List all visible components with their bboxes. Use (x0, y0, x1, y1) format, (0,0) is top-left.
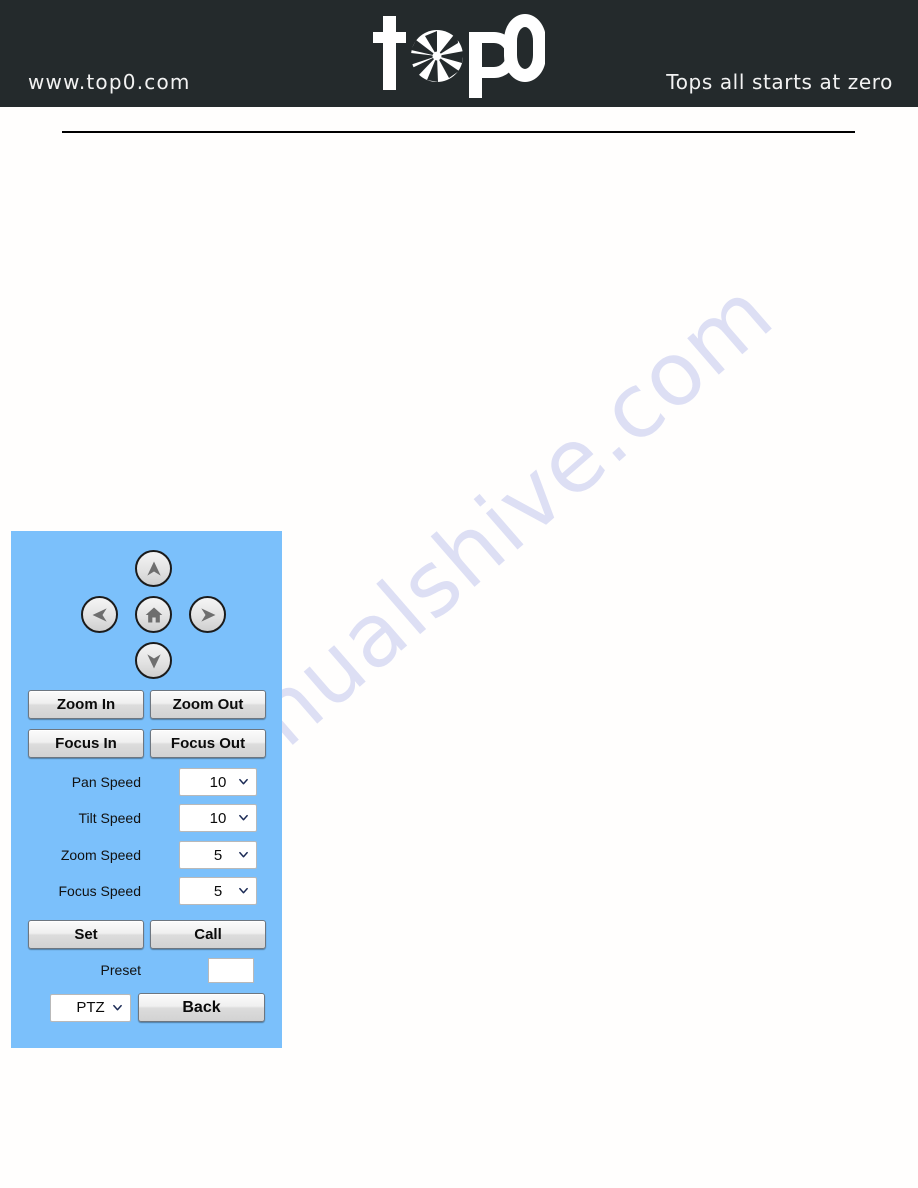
home-icon (145, 607, 162, 622)
call-preset-button[interactable]: Call (150, 920, 266, 949)
tilt-speed-row: Tilt Speed 10 (11, 800, 282, 836)
preset-input[interactable] (208, 957, 254, 983)
brand-logo (373, 8, 545, 100)
zoom-out-button[interactable]: Zoom Out (150, 690, 266, 719)
chevron-down-icon (239, 851, 248, 858)
header-website-url: www.top0.com (28, 70, 191, 94)
chevron-down-icon (113, 1004, 122, 1010)
zoom-speed-value: 5 (213, 846, 223, 864)
focus-speed-select[interactable]: 5 (179, 877, 257, 905)
top0-logo-svg (373, 14, 545, 98)
zoom-in-button[interactable]: Zoom In (28, 690, 144, 719)
set-preset-button[interactable]: Set (28, 920, 144, 949)
pan-right-button[interactable] (189, 596, 226, 633)
ptz-control-panel: Zoom In Zoom Out Focus In Focus Out Pan … (11, 531, 282, 1048)
pan-left-button[interactable] (81, 596, 118, 633)
zoom-button-row: Zoom In Zoom Out (28, 690, 266, 719)
right-arrow-icon (200, 607, 215, 622)
ptz-mode-value: PTZ (76, 999, 105, 1016)
tilt-speed-select[interactable]: 10 (179, 804, 257, 832)
pan-down-button[interactable] (135, 642, 172, 679)
chevron-down-icon (239, 778, 248, 785)
chevron-down-icon (239, 887, 248, 894)
ptz-mode-select[interactable]: PTZ (50, 993, 131, 1022)
panel-footer-row: PTZ Back (50, 993, 266, 1022)
zoom-speed-select[interactable]: 5 (179, 841, 257, 869)
preset-row: Preset (11, 954, 282, 986)
pan-speed-value: 10 (209, 773, 227, 791)
page-divider-rule (62, 131, 855, 133)
focus-speed-row: Focus Speed 5 (11, 873, 282, 909)
pan-speed-row: Pan Speed 10 (11, 764, 282, 800)
camera-aperture-icon (410, 30, 464, 82)
header-tagline: Tops all starts at zero (666, 70, 893, 94)
page-header: www.top0.com Tops all starts at zero (0, 0, 918, 107)
focus-in-button[interactable]: Focus In (28, 729, 144, 758)
up-arrow-icon (146, 561, 161, 576)
pan-up-button[interactable] (135, 550, 172, 587)
chevron-down-icon (239, 814, 248, 821)
pan-speed-label: Pan Speed (71, 774, 141, 790)
preset-action-row: Set Call (28, 920, 266, 949)
zoom-speed-row: Zoom Speed 5 (11, 837, 282, 873)
ptz-home-button[interactable] (135, 596, 172, 633)
focus-out-button[interactable]: Focus Out (150, 729, 266, 758)
down-arrow-icon (146, 653, 161, 668)
tilt-speed-value: 10 (209, 809, 227, 827)
ptz-directional-pad (11, 531, 282, 686)
tilt-speed-label: Tilt Speed (78, 810, 141, 826)
focus-speed-label: Focus Speed (58, 883, 142, 899)
focus-speed-value: 5 (213, 882, 223, 900)
preset-label: Preset (100, 962, 141, 978)
focus-button-row: Focus In Focus Out (28, 729, 266, 758)
left-arrow-icon (92, 607, 107, 622)
zoom-speed-label: Zoom Speed (60, 847, 141, 863)
back-button[interactable]: Back (138, 993, 265, 1022)
pan-speed-select[interactable]: 10 (179, 768, 257, 796)
